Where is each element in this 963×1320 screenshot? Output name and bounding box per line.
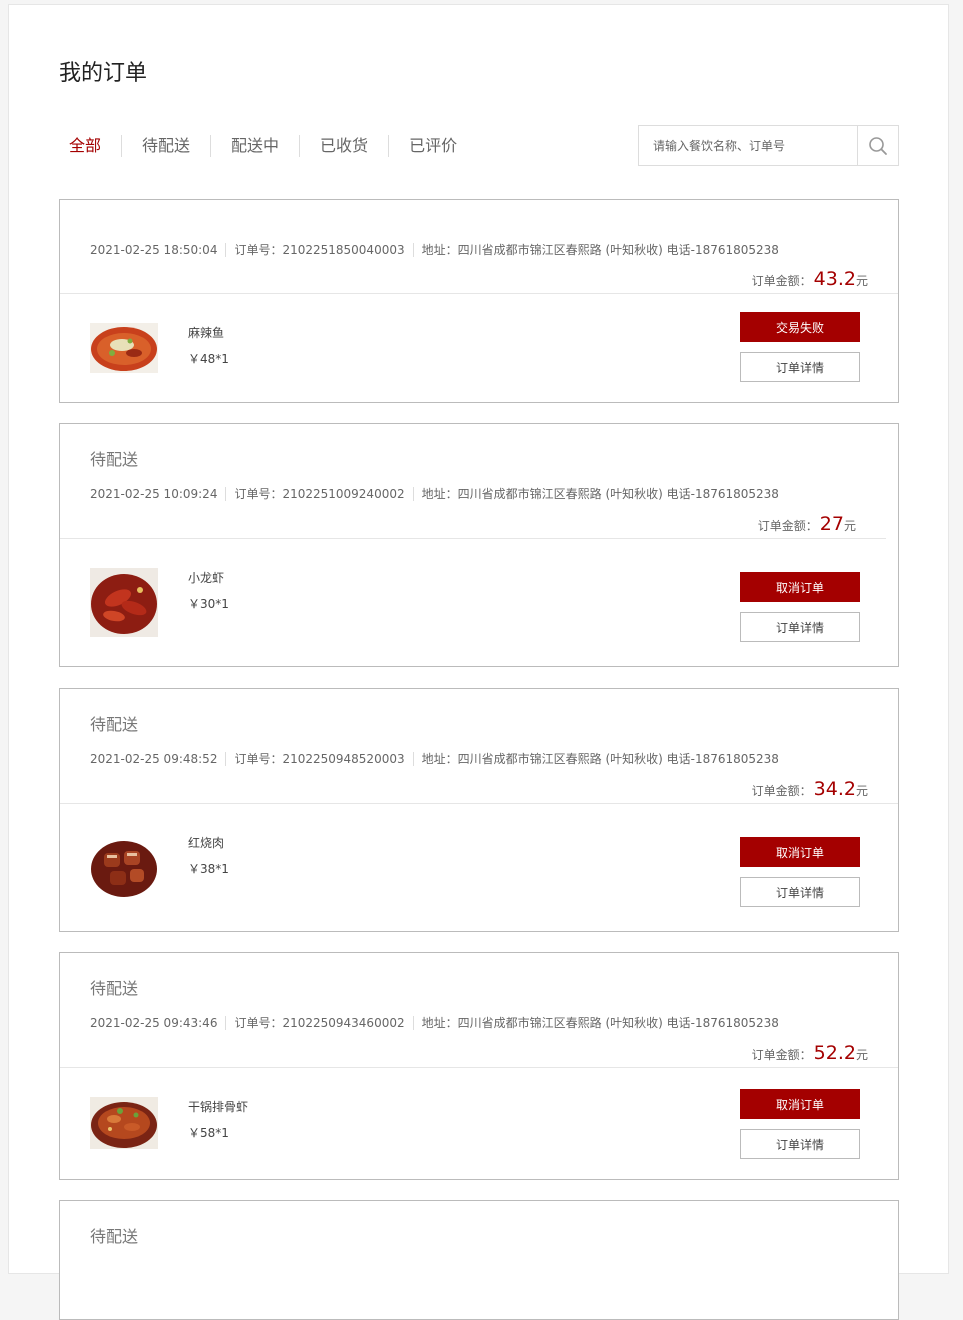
cancel-order-button[interactable]: 取消订单 bbox=[740, 572, 860, 602]
order-detail-button[interactable]: 订单详情 bbox=[740, 877, 860, 907]
dish-price: ￥58*1 bbox=[188, 1126, 229, 1140]
dish-image[interactable] bbox=[90, 833, 158, 901]
order-total-label: 订单金额： bbox=[751, 274, 812, 288]
order-datetime: 2021-02-25 09:43:46 bbox=[90, 1016, 218, 1030]
order-divider bbox=[60, 293, 898, 294]
order-total-amount: 34.2 bbox=[813, 778, 856, 800]
order-total-label: 订单金额： bbox=[757, 519, 818, 533]
order-address: 地址：四川省成都市锦江区春熙路 (叶知秋收) 电话-18761805238 bbox=[412, 752, 787, 766]
tab-pending-delivery[interactable]: 待配送 bbox=[121, 135, 210, 157]
order-detail-button[interactable]: 订单详情 bbox=[740, 352, 860, 382]
order-number: 订单号：2102250948520003 bbox=[225, 752, 412, 766]
order-total-label: 订单金额： bbox=[751, 784, 812, 798]
order-status: 待配送 bbox=[90, 450, 139, 469]
order-detail-button[interactable]: 订单详情 bbox=[740, 612, 860, 642]
tab-reviewed[interactable]: 已评价 bbox=[388, 135, 477, 157]
order-meta: 2021-02-25 10:09:24 订单号：2102251009240002… bbox=[90, 487, 787, 501]
order-total-amount: 43.2 bbox=[813, 268, 856, 290]
order-status: 待配送 bbox=[90, 715, 139, 734]
dish-name[interactable]: 麻辣鱼 bbox=[188, 324, 224, 341]
order-total-unit: 元 bbox=[855, 1048, 868, 1062]
tab-all[interactable]: 全部 bbox=[59, 135, 121, 157]
order-number: 订单号：2102251850040003 bbox=[225, 243, 412, 257]
order-divider bbox=[60, 803, 898, 804]
order-meta: 2021-02-25 09:48:52 订单号：2102250948520003… bbox=[90, 752, 787, 766]
order-total-unit: 元 bbox=[855, 274, 868, 288]
cancel-order-button[interactable]: 取消订单 bbox=[740, 837, 860, 867]
status-tabs: 全部 待配送 配送中 已收货 已评价 bbox=[59, 135, 477, 157]
order-total: 订单金额： 52.2元 bbox=[752, 1042, 868, 1064]
order-card: 待配送 2021-02-25 10:09:24 订单号：210225100924… bbox=[59, 423, 899, 667]
order-status: 待配送 bbox=[90, 1227, 139, 1246]
dish-price: ￥30*1 bbox=[188, 597, 229, 611]
order-datetime: 2021-02-25 18:50:04 bbox=[90, 243, 218, 257]
order-number: 订单号：2102251009240002 bbox=[225, 487, 412, 501]
order-total-amount: 27 bbox=[819, 513, 844, 535]
dish-name[interactable]: 小龙虾 bbox=[188, 569, 224, 586]
order-detail-button[interactable]: 订单详情 bbox=[740, 1129, 860, 1159]
order-number: 订单号：2102250943460002 bbox=[225, 1016, 412, 1030]
transaction-failed-button[interactable]: 交易失败 bbox=[740, 312, 860, 342]
dish-image[interactable] bbox=[90, 568, 158, 637]
tab-delivering[interactable]: 配送中 bbox=[210, 135, 299, 157]
dish-image[interactable] bbox=[90, 1097, 158, 1149]
order-total: 订单金额： 27元 bbox=[758, 513, 856, 535]
cancel-order-button[interactable]: 取消订单 bbox=[740, 1089, 860, 1119]
order-card: 待配送 bbox=[59, 1200, 899, 1320]
order-address: 地址：四川省成都市锦江区春熙路 (叶知秋收) 电话-18761805238 bbox=[412, 487, 787, 501]
dish-price: ￥48*1 bbox=[188, 352, 229, 366]
dish-image[interactable] bbox=[90, 323, 158, 373]
order-address: 地址：四川省成都市锦江区春熙路 (叶知秋收) 电话-18761805238 bbox=[412, 1016, 787, 1030]
dish-price: ￥38*1 bbox=[188, 862, 229, 876]
search-icon bbox=[869, 136, 887, 155]
search-box bbox=[638, 125, 899, 166]
order-total: 订单金额： 34.2元 bbox=[752, 778, 868, 800]
orders-page: 我的订单 全部 待配送 配送中 已收货 已评价 2021-02-25 18:50… bbox=[8, 4, 949, 1320]
tab-received[interactable]: 已收货 bbox=[299, 135, 388, 157]
order-total: 订单金额： 43.2元 bbox=[752, 268, 868, 290]
order-divider bbox=[60, 1067, 898, 1068]
order-total-label: 订单金额： bbox=[751, 1048, 812, 1062]
order-total-unit: 元 bbox=[843, 519, 856, 533]
order-status: 待配送 bbox=[90, 979, 139, 998]
order-meta: 2021-02-25 09:43:46 订单号：2102250943460002… bbox=[90, 1016, 787, 1030]
order-datetime: 2021-02-25 10:09:24 bbox=[90, 487, 218, 501]
order-meta: 2021-02-25 18:50:04 订单号：2102251850040003… bbox=[90, 243, 787, 257]
search-button[interactable] bbox=[857, 126, 898, 165]
dish-name[interactable]: 干锅排骨虾 bbox=[188, 1098, 248, 1115]
order-datetime: 2021-02-25 09:48:52 bbox=[90, 752, 218, 766]
order-divider bbox=[60, 538, 886, 539]
order-card: 待配送 2021-02-25 09:43:46 订单号：210225094346… bbox=[59, 952, 899, 1180]
order-total-amount: 52.2 bbox=[813, 1042, 856, 1064]
order-total-unit: 元 bbox=[855, 784, 868, 798]
search-input[interactable] bbox=[639, 126, 857, 165]
order-card: 待配送 2021-02-25 09:48:52 订单号：210225094852… bbox=[59, 688, 899, 932]
order-card: 2021-02-25 18:50:04 订单号：2102251850040003… bbox=[59, 199, 899, 403]
order-address: 地址：四川省成都市锦江区春熙路 (叶知秋收) 电话-18761805238 bbox=[412, 243, 787, 257]
page-title: 我的订单 bbox=[59, 61, 148, 86]
dish-name[interactable]: 红烧肉 bbox=[188, 834, 224, 851]
